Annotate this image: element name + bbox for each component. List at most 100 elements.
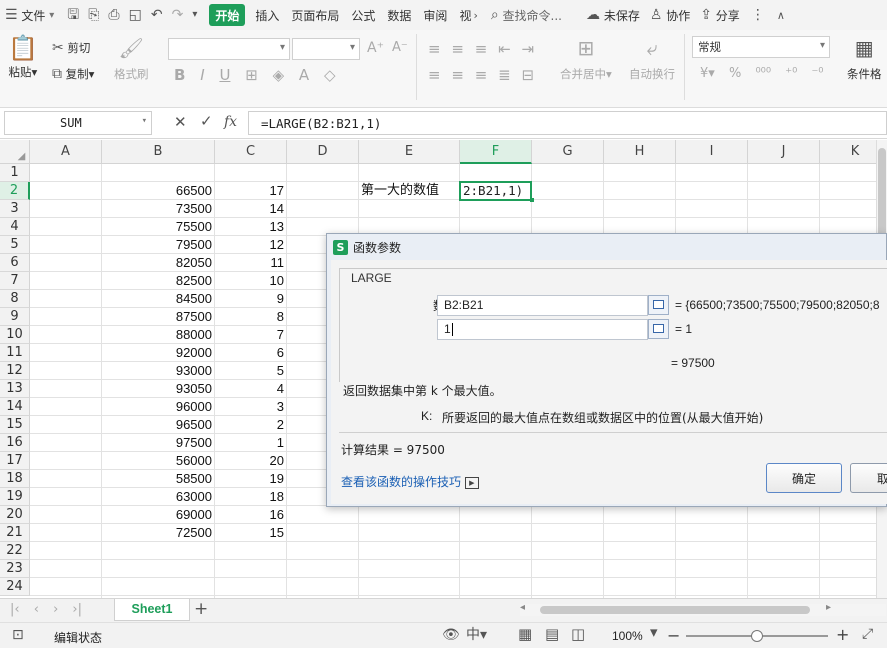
- cell-b5[interactable]: 79500: [102, 236, 212, 254]
- undo-icon[interactable]: ↶: [151, 8, 163, 22]
- align-center-icon[interactable]: ≡: [451, 66, 464, 84]
- cell-b3[interactable]: 73500: [102, 200, 212, 218]
- tab-view[interactable]: 视: [453, 0, 473, 30]
- font-size-select[interactable]: [292, 38, 360, 60]
- cell-c16[interactable]: 1: [215, 434, 284, 452]
- distribute-icon[interactable]: ⊟: [521, 66, 534, 84]
- collab-button[interactable]: ♙ 协作: [645, 0, 695, 30]
- zoom-in-icon[interactable]: +: [836, 625, 849, 644]
- collapse-ribbon-icon[interactable]: ∧: [777, 10, 785, 21]
- column-header-h[interactable]: H: [604, 140, 676, 164]
- horizontal-scrollbar[interactable]: ◂ ▸: [520, 602, 886, 616]
- number-format-select[interactable]: 常规: [692, 36, 830, 58]
- arg1-input[interactable]: B2:B21: [437, 295, 648, 316]
- file-menu[interactable]: ☰ 文件 ▾: [0, 0, 59, 30]
- row-header-5[interactable]: 5: [0, 236, 30, 254]
- row-header-12[interactable]: 12: [0, 362, 30, 380]
- formula-input[interactable]: =LARGE(B2:B21,1): [248, 111, 887, 135]
- cell-b12[interactable]: 93000: [102, 362, 212, 380]
- row-header-4[interactable]: 4: [0, 218, 30, 236]
- cell-c4[interactable]: 13: [215, 218, 284, 236]
- row-header-7[interactable]: 7: [0, 272, 30, 290]
- next-sheet-icon[interactable]: ›: [53, 602, 58, 617]
- cell-b18[interactable]: 58500: [102, 470, 212, 488]
- cell-c12[interactable]: 5: [215, 362, 284, 380]
- redo-icon[interactable]: ↷: [172, 8, 184, 22]
- row-header-24[interactable]: 24: [0, 578, 30, 596]
- row-header-15[interactable]: 15: [0, 416, 30, 434]
- zoom-slider-thumb[interactable]: [751, 630, 763, 642]
- unsaved-button[interactable]: ☁ 未保存: [581, 0, 645, 30]
- row-header-8[interactable]: 8: [0, 290, 30, 308]
- cell-c14[interactable]: 3: [215, 398, 284, 416]
- row-header-1[interactable]: 1: [0, 164, 30, 182]
- italic-icon[interactable]: I: [200, 66, 204, 84]
- cell-b20[interactable]: 69000: [102, 506, 212, 524]
- cell-c6[interactable]: 11: [215, 254, 285, 272]
- cell-c18[interactable]: 19: [215, 470, 284, 488]
- scroll-right-icon[interactable]: ▸: [826, 602, 831, 613]
- tab-insert[interactable]: 插入: [249, 0, 285, 30]
- column-header-d[interactable]: D: [287, 140, 359, 164]
- font-name-select[interactable]: [168, 38, 290, 60]
- share-button[interactable]: ⇪ 分享: [695, 0, 745, 30]
- format-painter-button[interactable]: 🖌 格式刷: [114, 38, 149, 82]
- align-top-icon[interactable]: ≡: [428, 40, 441, 58]
- cell-c11[interactable]: 6: [215, 344, 284, 362]
- prev-sheet-icon[interactable]: ‹: [34, 602, 39, 617]
- help-link[interactable]: 查看该函数的操作技巧 ▶: [341, 473, 479, 490]
- command-search[interactable]: ⌕ 查找命令...: [486, 0, 567, 30]
- align-bottom-icon[interactable]: ≡: [475, 40, 488, 58]
- cell-b8[interactable]: 84500: [102, 290, 212, 308]
- wrap-text-button[interactable]: ⤶ 自动换行: [629, 38, 675, 82]
- row-header-13[interactable]: 13: [0, 380, 30, 398]
- cell-c7[interactable]: 10: [215, 272, 284, 290]
- column-header-f[interactable]: F: [460, 140, 532, 164]
- percent-icon[interactable]: %: [729, 66, 741, 81]
- cell-c5[interactable]: 12: [215, 236, 284, 254]
- row-header-11[interactable]: 11: [0, 344, 30, 362]
- cell-c10[interactable]: 7: [215, 326, 284, 344]
- page-layout-view-icon[interactable]: ▤: [545, 627, 559, 642]
- cell-b2[interactable]: 66500: [102, 182, 212, 200]
- cell-c8[interactable]: 9: [215, 290, 284, 308]
- align-right-icon[interactable]: ≡: [475, 66, 488, 84]
- column-header-b[interactable]: B: [102, 140, 215, 164]
- row-header-6[interactable]: 6: [0, 254, 30, 272]
- tabs-scroll-right-icon[interactable]: ›: [473, 10, 477, 21]
- row-header-22[interactable]: 22: [0, 542, 30, 560]
- page-break-view-icon[interactable]: ◫: [571, 627, 585, 642]
- row-header-18[interactable]: 18: [0, 470, 30, 488]
- range-picker-icon[interactable]: [648, 295, 669, 315]
- border-icon[interactable]: ⊞: [245, 66, 258, 84]
- row-header-23[interactable]: 23: [0, 560, 30, 578]
- cancel-button[interactable]: 取: [850, 463, 887, 493]
- horizontal-scroll-thumb[interactable]: [540, 606, 810, 614]
- row-header-20[interactable]: 20: [0, 506, 30, 524]
- name-box[interactable]: SUM: [4, 111, 152, 135]
- cell-c13[interactable]: 4: [215, 380, 284, 398]
- normal-view-icon[interactable]: ▦: [518, 627, 532, 642]
- align-middle-icon[interactable]: ≡: [451, 40, 464, 58]
- increase-decimal-icon[interactable]: ⁺⁰: [785, 66, 797, 81]
- tab-page-layout[interactable]: 页面布局: [285, 0, 345, 30]
- cell-c20[interactable]: 16: [215, 506, 284, 524]
- row-header-3[interactable]: 3: [0, 200, 30, 218]
- print-icon[interactable]: ⎙: [108, 8, 119, 22]
- cell-b10[interactable]: 88000: [102, 326, 212, 344]
- zoom-slider[interactable]: [686, 630, 828, 642]
- clear-format-icon[interactable]: ◇: [324, 66, 336, 84]
- column-header-i[interactable]: I: [676, 140, 748, 164]
- justify-icon[interactable]: ≣: [498, 66, 511, 84]
- range-picker-icon[interactable]: [648, 319, 669, 339]
- column-header-g[interactable]: G: [532, 140, 604, 164]
- currency-icon[interactable]: ¥▾: [700, 66, 715, 81]
- ok-button[interactable]: 确定: [766, 463, 842, 493]
- dialog-titlebar[interactable]: S 函数参数: [327, 234, 886, 260]
- cell-b4[interactable]: 75500: [102, 218, 212, 236]
- row-header-17[interactable]: 17: [0, 452, 30, 470]
- tab-review[interactable]: 审阅: [417, 0, 453, 30]
- export-pdf-icon[interactable]: ⎘: [88, 8, 99, 22]
- conditional-format-button[interactable]: ▦ 条件格: [847, 38, 882, 82]
- row-header-14[interactable]: 14: [0, 398, 30, 416]
